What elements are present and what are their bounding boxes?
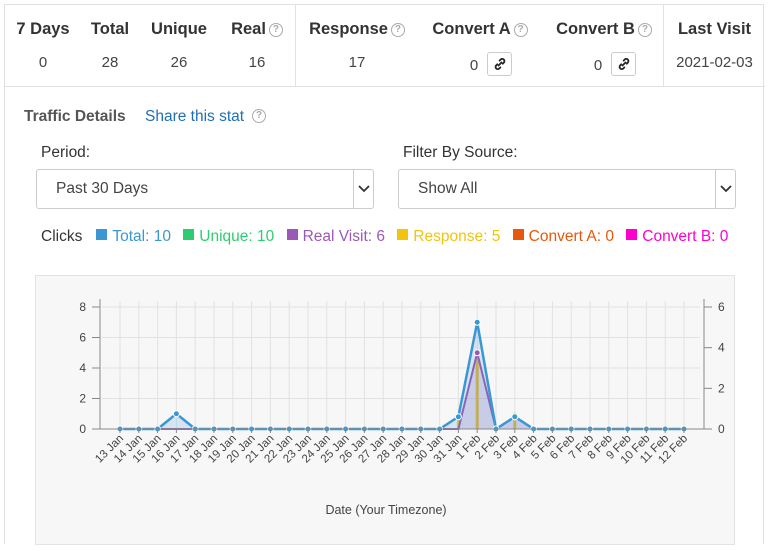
chevron-down-icon	[715, 170, 735, 208]
legend-item-unique[interactable]: Unique: 10	[183, 228, 274, 245]
stats-header: 7 Days 0 Total 28 Unique 26 Real? 16 Res…	[5, 5, 765, 87]
stat-value: 2021-02-03	[676, 54, 753, 71]
total-point	[511, 413, 519, 421]
source-select[interactable]: Show All	[398, 169, 736, 209]
period-label: Period:	[41, 144, 91, 161]
stat-value: 0	[469, 56, 479, 74]
legend-item-total[interactable]: Total: 10	[96, 228, 171, 245]
chart-legend: Clicks Total: 10 Unique: 10 Real Visit: 6…	[41, 225, 741, 249]
legend-item-convert-b[interactable]: Convert B: 0	[626, 228, 728, 245]
link-icon	[494, 58, 506, 70]
help-icon[interactable]: ?	[252, 109, 266, 123]
stat-response: Response? 17	[296, 5, 418, 87]
legend-item-response[interactable]: Response: 5	[397, 228, 500, 245]
stat-real: Real? 16	[219, 5, 295, 87]
y-tick-right: 4	[718, 341, 725, 355]
chevron-down-icon	[353, 170, 373, 208]
stat-label: Last Visit	[677, 20, 752, 38]
share-stat-link[interactable]: Share this stat	[145, 108, 244, 126]
help-icon[interactable]: ?	[513, 23, 528, 37]
y-tick-right: 6	[718, 300, 725, 314]
legend-swatch	[183, 229, 195, 240]
traffic-chart: 0 2 4 6 8 0 2 4 6 13 Jan 14 Jan 15 Jan 16 Jan 17 Jan 1…	[35, 275, 735, 545]
stat-value: 28	[101, 54, 119, 71]
stat-value: 16	[248, 54, 266, 71]
y-tick-left: 8	[79, 300, 86, 314]
legend-item-real-visit[interactable]: Real Visit: 6	[286, 228, 385, 245]
stat-value: 0	[593, 56, 603, 74]
stat-unique: Unique 26	[139, 5, 219, 87]
total-point	[172, 410, 180, 418]
legend-swatch	[397, 229, 409, 240]
total-point	[473, 318, 481, 326]
stat-7-days: 7 Days 0	[5, 5, 81, 87]
legend-item-convert-a[interactable]: Convert A: 0	[512, 228, 614, 245]
y-tick-right: 0	[718, 422, 725, 436]
y-tick-left: 6	[79, 331, 86, 345]
link-icon	[618, 58, 630, 70]
legend-swatch	[96, 229, 108, 240]
stat-label: 7 Days	[16, 20, 70, 38]
stat-label: Convert B	[556, 20, 635, 38]
stat-last-visit: Last Visit 2021-02-03	[664, 5, 765, 87]
chart-canvas: 02468024613 Jan14 Jan15 Jan16 Jan17 Jan1…	[79, 299, 725, 517]
source-value: Show All	[418, 180, 478, 197]
stat-convert-a: Convert A? 0	[418, 5, 542, 87]
stat-label: Response	[309, 20, 388, 38]
copy-link-button[interactable]	[611, 52, 637, 76]
traffic-details-title: Traffic Details	[24, 108, 126, 125]
help-icon[interactable]: ?	[268, 23, 283, 37]
stat-label: Convert A	[432, 20, 511, 38]
stat-value: 17	[348, 54, 366, 71]
stat-value: 0	[38, 54, 48, 71]
help-icon[interactable]: ?	[390, 23, 405, 37]
period-select[interactable]: Past 30 Days	[36, 169, 374, 209]
stat-label: Real	[231, 20, 266, 38]
y-tick-left: 0	[79, 422, 86, 436]
total-point	[454, 413, 462, 421]
stat-convert-b: Convert B? 0	[542, 5, 666, 87]
source-label: Filter By Source:	[403, 144, 518, 161]
legend-swatch	[286, 229, 298, 240]
real-visit-point	[473, 349, 481, 357]
y-tick-left: 2	[79, 392, 86, 406]
legend-title: Clicks	[41, 228, 83, 245]
stat-label: Unique	[151, 20, 207, 38]
stat-value: 26	[170, 54, 188, 71]
help-icon[interactable]: ?	[637, 23, 652, 37]
legend-swatch	[512, 229, 524, 240]
x-axis-label: Date (Your Timezone)	[325, 503, 446, 517]
copy-link-button[interactable]	[487, 52, 513, 76]
stat-label: Total	[90, 20, 130, 38]
y-tick-left: 4	[79, 361, 86, 375]
legend-swatch	[626, 229, 638, 240]
period-value: Past 30 Days	[56, 180, 149, 197]
y-tick-right: 2	[718, 381, 725, 395]
stat-total: Total 28	[81, 5, 139, 87]
stats-panel: 7 Days 0 Total 28 Unique 26 Real? 16 Res…	[4, 4, 765, 545]
